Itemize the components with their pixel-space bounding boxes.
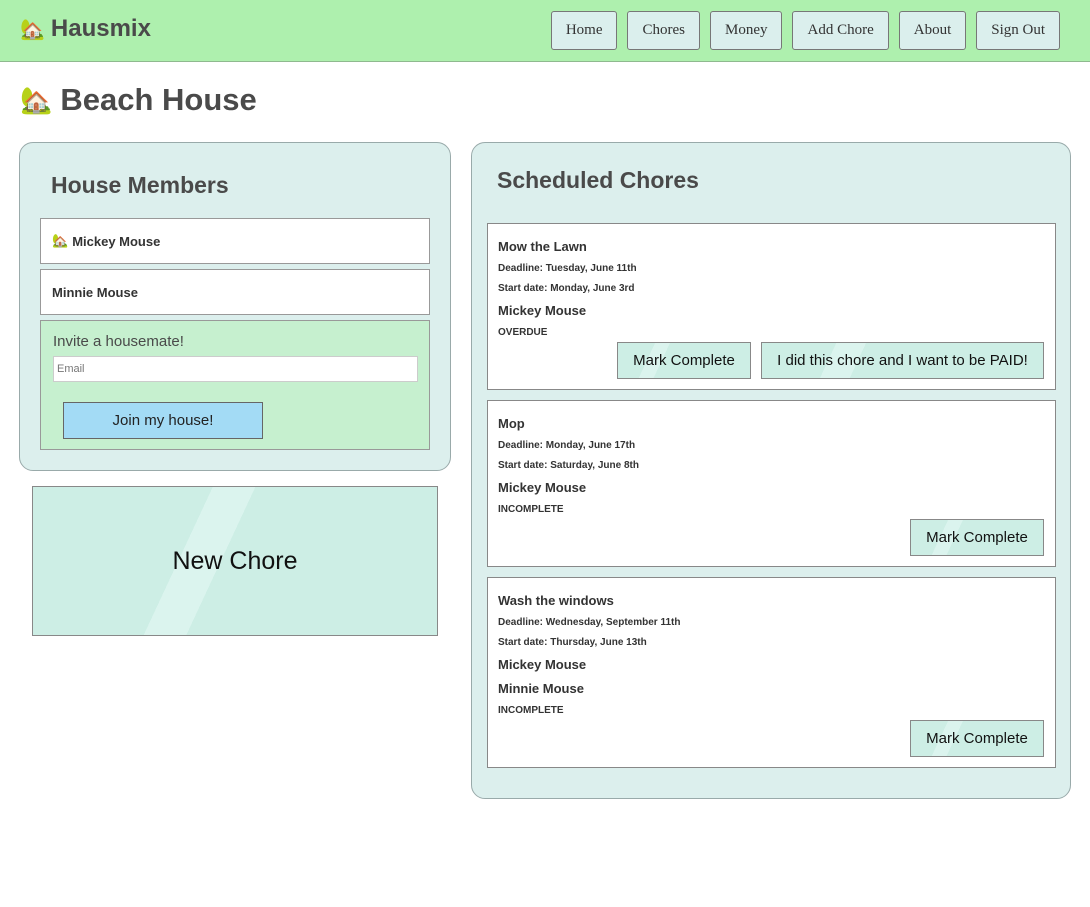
chore-status: OVERDUE (498, 327, 548, 338)
chore-card: Mop Deadline: Monday, June 17th Start da… (487, 400, 1056, 567)
page-title: 🏡 Beach House (20, 82, 257, 118)
chore-deadline: Deadline: Wednesday, September 11th (498, 617, 681, 628)
chore-start-date: Start date: Monday, June 3rd (498, 283, 635, 294)
chore-deadline: Deadline: Tuesday, June 11th (498, 263, 637, 274)
chore-status: INCOMPLETE (498, 504, 564, 515)
request-payment-button[interactable]: I did this chore and I want to be PAID! (761, 342, 1044, 379)
house-members-title: House Members (51, 172, 229, 198)
chore-start-date: Start date: Saturday, June 8th (498, 460, 639, 471)
mark-complete-button[interactable]: Mark Complete (617, 342, 751, 379)
chore-start-date: Start date: Thursday, June 13th (498, 637, 647, 648)
house-icon: 🏡 (20, 18, 45, 41)
join-house-button[interactable]: Join my house! (63, 402, 263, 439)
chore-assignee: Minnie Mouse (498, 681, 584, 696)
new-chore-button[interactable]: New Chore (32, 486, 438, 636)
chore-deadline: Deadline: Monday, June 17th (498, 440, 636, 451)
member-item: Minnie Mouse (40, 269, 430, 315)
scheduled-chores-panel: Scheduled Chores Mow the Lawn Deadline: … (471, 142, 1071, 799)
brand[interactable]: 🏡 Hausmix (20, 15, 151, 43)
member-name: Minnie Mouse (52, 284, 138, 300)
navbar: 🏡 Hausmix Home Chores Money Add Chore Ab… (0, 0, 1090, 62)
mark-complete-button[interactable]: Mark Complete (910, 720, 1044, 757)
nav-home-button[interactable]: Home (550, 11, 618, 50)
house-icon: 🏡 (52, 233, 69, 248)
house-icon: 🏡 (20, 84, 53, 115)
chore-name: Mop (498, 416, 525, 431)
chore-card: Wash the windows Deadline: Wednesday, Se… (487, 577, 1056, 768)
chore-name: Wash the windows (498, 593, 614, 608)
invite-form: Invite a housemate! Join my house! (40, 320, 430, 450)
member-item: 🏡 Mickey Mouse (40, 218, 430, 264)
chore-card: Mow the Lawn Deadline: Tuesday, June 11t… (487, 223, 1056, 390)
nav-add-chore-button[interactable]: Add Chore (792, 11, 889, 50)
invite-label: Invite a housemate! (53, 333, 184, 350)
member-name: Mickey Mouse (72, 233, 161, 249)
nav-money-button[interactable]: Money (709, 11, 783, 50)
nav-chores-button[interactable]: Chores (627, 11, 700, 50)
house-name: Beach House (60, 82, 257, 117)
chore-assignee: Mickey Mouse (498, 303, 587, 318)
nav-links: Home Chores Money Add Chore About Sign O… (550, 11, 1060, 50)
scheduled-chores-title: Scheduled Chores (497, 167, 699, 193)
chore-assignee: Mickey Mouse (498, 657, 587, 672)
brand-name: Hausmix (50, 15, 151, 42)
house-members-panel: House Members 🏡 Mickey Mouse Minnie Mous… (19, 142, 451, 471)
chore-name: Mow the Lawn (498, 239, 587, 254)
nav-about-button[interactable]: About (898, 11, 967, 50)
mark-complete-button[interactable]: Mark Complete (910, 519, 1044, 556)
chore-assignee: Mickey Mouse (498, 480, 587, 495)
email-input[interactable] (53, 356, 418, 382)
nav-sign-out-button[interactable]: Sign Out (976, 11, 1060, 50)
chore-status: INCOMPLETE (498, 705, 564, 716)
